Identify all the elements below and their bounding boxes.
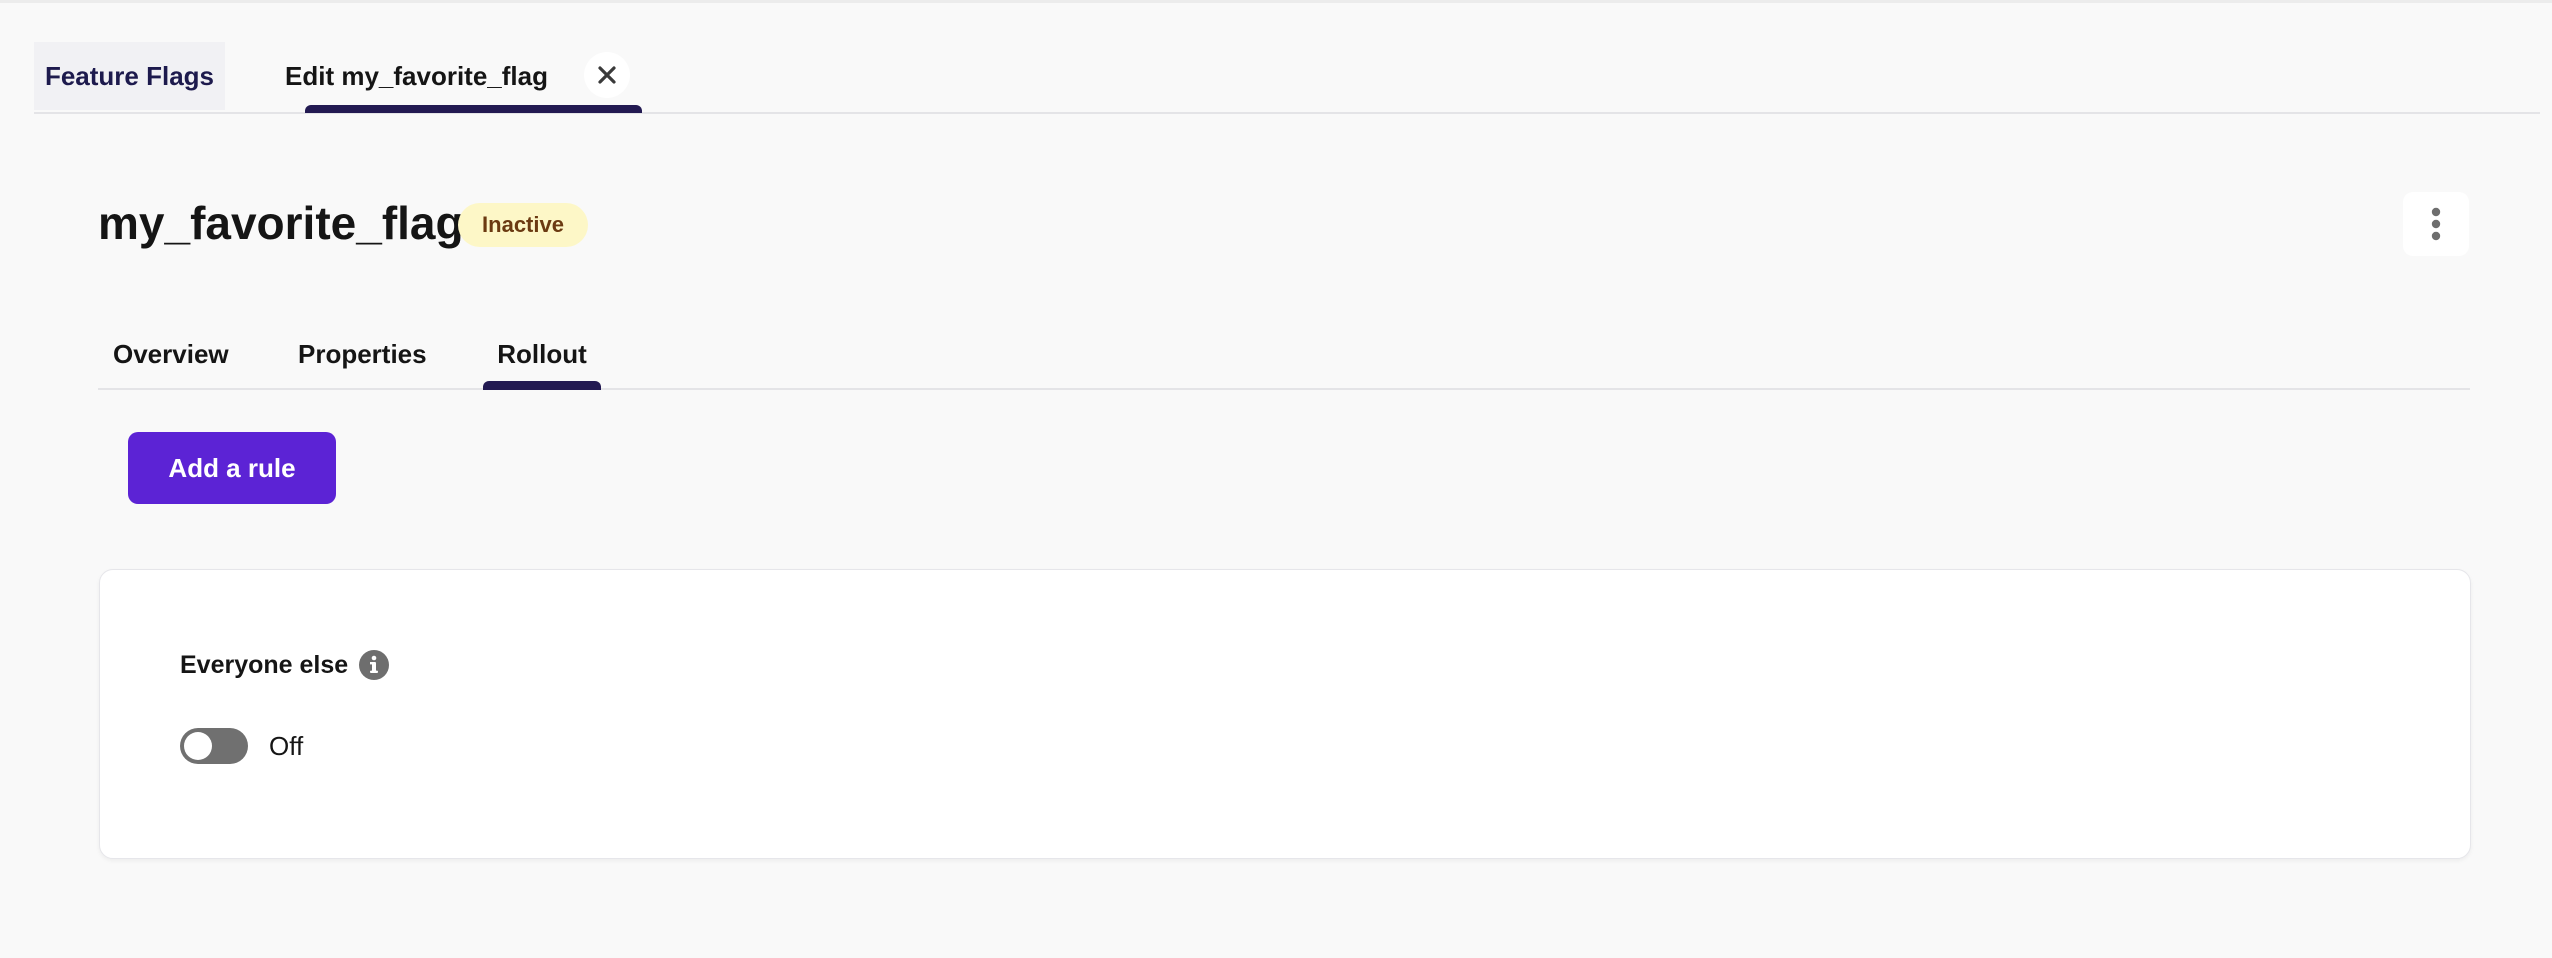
tab-edit-flag[interactable]: Edit my_favorite_flag	[270, 42, 642, 113]
kebab-menu-icon	[2431, 207, 2441, 241]
add-rule-button[interactable]: Add a rule	[128, 432, 336, 504]
info-icon[interactable]	[358, 649, 390, 681]
tab-rollout[interactable]: Rollout	[483, 320, 601, 390]
toggle-knob	[184, 732, 212, 760]
page-title: my_favorite_flag	[98, 197, 464, 249]
active-subtab-indicator	[483, 381, 601, 390]
default-rule-card: Everyone else Off	[99, 569, 2471, 859]
tab-rollout-label: Rollout	[497, 338, 587, 369]
tab-overview[interactable]: Overview	[113, 320, 229, 388]
status-badge: Inactive	[458, 203, 588, 247]
top-border	[0, 0, 2552, 3]
default-rule-title: Everyone else	[180, 651, 349, 679]
toggle-state-label: Off	[269, 731, 304, 761]
workspace-tabs: Feature Flags Edit my_favorite_flag	[34, 42, 2540, 114]
tab-feature-flags[interactable]: Feature Flags	[34, 42, 225, 110]
flag-subtabs: Overview Properties Rollout	[98, 320, 2470, 390]
tab-feature-flags-label: Feature Flags	[44, 60, 215, 91]
default-rule-toggle[interactable]	[180, 728, 248, 764]
tab-overview-label: Overview	[113, 338, 229, 369]
tab-properties-label: Properties	[298, 338, 427, 369]
active-tab-indicator	[305, 105, 642, 113]
more-actions-button[interactable]	[2403, 192, 2469, 256]
close-tab-button[interactable]	[584, 52, 630, 98]
tab-edit-flag-label: Edit my_favorite_flag	[285, 60, 548, 91]
close-icon	[598, 66, 616, 84]
tab-properties[interactable]: Properties	[298, 320, 427, 388]
